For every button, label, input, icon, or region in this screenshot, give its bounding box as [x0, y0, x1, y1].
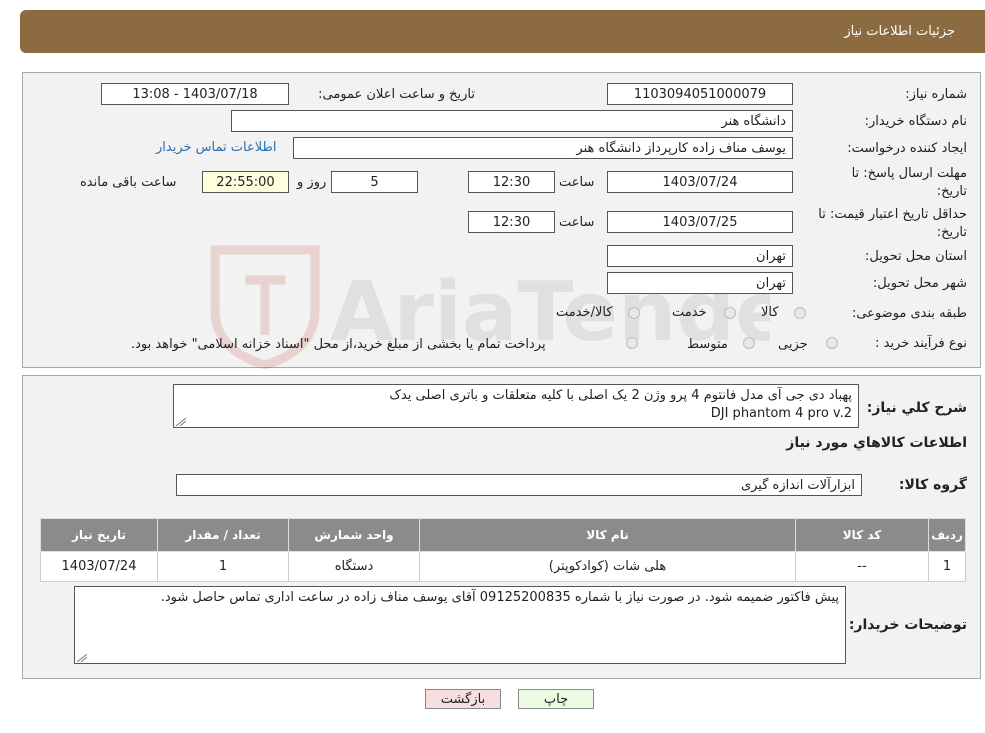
category-radio-service[interactable]: [724, 307, 736, 319]
validity-label: حداقل تاریخ اعتبار قیمت: تا: [818, 207, 967, 222]
col-code-header: کد کالا: [795, 518, 929, 552]
table-row: 1 -- هلی شات (کوادکوپتر) دستگاه 1 1403/0…: [40, 551, 966, 582]
deadline-time-label: ساعت: [559, 175, 595, 190]
category-option-service: خدمت: [672, 305, 707, 320]
items-table: ردیف کد کالا نام کالا واحد شمارش تعداد /…: [40, 518, 966, 582]
validity-time-field: 12:30: [468, 211, 555, 233]
category-label: طبقه بندی موضوعی:: [851, 306, 967, 321]
col-qty-header: تعداد / مقدار: [157, 518, 289, 552]
process-option-medium: متوسط: [687, 337, 728, 352]
buyer-notes-textarea: پیش فاکتور ضمیمه شود. در صورت نیاز با شم…: [74, 586, 846, 664]
goods-info-title: اطلاعات کالاهاي مورد نياز: [786, 435, 967, 451]
resize-handle-icon: [176, 418, 186, 426]
row-need-date: 1403/07/24: [40, 551, 158, 582]
process-radio-minor[interactable]: [826, 337, 838, 349]
process-radio-medium[interactable]: [743, 337, 755, 349]
summary-line-1: پهباد دی جی آی مدل فانتوم 4 پرو وژن 2 یک…: [389, 388, 852, 403]
back-button[interactable]: بازگشت: [425, 689, 501, 709]
row-number: 1: [928, 551, 966, 582]
validity-time-label: ساعت: [559, 215, 595, 230]
announce-datetime-field: 1403/07/18 - 13:08: [101, 83, 289, 105]
process-label: نوع فرآیند خرید :: [875, 336, 967, 351]
buyer-notes-text: پیش فاکتور ضمیمه شود. در صورت نیاز با شم…: [160, 590, 839, 605]
remaining-label: ساعت باقی مانده: [80, 175, 177, 190]
row-code: --: [795, 551, 929, 582]
buyer-org-label: نام دستگاه خریدار:: [864, 114, 967, 129]
print-button[interactable]: چاپ: [518, 689, 594, 709]
announce-label: تاریخ و ساعت اعلان عمومی:: [318, 87, 475, 102]
days-field: 5: [331, 171, 418, 193]
validity-date-field: 1403/07/25: [607, 211, 793, 233]
deadline-time-field: 12:30: [468, 171, 555, 193]
page-title: جزئیات اطلاعات نیاز: [844, 24, 955, 39]
col-unit-header: واحد شمارش: [288, 518, 420, 552]
category-radio-goods[interactable]: [794, 307, 806, 319]
days-label: روز و: [297, 175, 327, 190]
category-option-goods: کالا: [761, 305, 779, 320]
col-date-header: تاریخ نیاز: [40, 518, 158, 552]
province-field: تهران: [607, 245, 793, 267]
summary-line-2: DJI phantom 4 pro v.2: [710, 406, 852, 421]
deadline-label: مهلت ارسال پاسخ: تا: [851, 166, 967, 181]
row-quantity: 1: [157, 551, 289, 582]
validity-label-date: تاریخ:: [936, 225, 967, 240]
process-radio-treasury[interactable]: [626, 337, 638, 349]
row-item-name: هلی شات (کوادکوپتر): [419, 551, 796, 582]
goods-group-field: ابزارآلات اندازه گیری: [176, 474, 862, 496]
creator-label: ایجاد کننده درخواست:: [847, 141, 967, 156]
province-label: استان محل تحویل:: [865, 249, 967, 264]
deadline-date-field: 1403/07/24: [607, 171, 793, 193]
need-number-label: شماره نیاز:: [905, 87, 967, 102]
items-table-wrapper: ردیف کد کالا نام کالا واحد شمارش تعداد /…: [40, 518, 966, 582]
table-header-row: ردیف کد کالا نام کالا واحد شمارش تعداد /…: [40, 518, 966, 552]
city-label: شهر محل تحویل:: [872, 276, 967, 291]
need-number-field: 1103094051000079: [607, 83, 793, 105]
deadline-label-date: تاریخ:: [936, 184, 967, 199]
process-option-minor: جزیی: [778, 337, 808, 352]
summary-textarea: پهباد دی جی آی مدل فانتوم 4 پرو وژن 2 یک…: [173, 384, 859, 428]
col-name-header: نام کالا: [419, 518, 796, 552]
remaining-time-field: 22:55:00: [202, 171, 289, 193]
row-unit: دستگاه: [288, 551, 420, 582]
creator-field: یوسف مناف زاده کارپرداز دانشگاه هنر: [293, 137, 793, 159]
category-option-goods-service: کالا/خدمت: [556, 305, 613, 320]
buyer-contact-link[interactable]: اطلاعات تماس خریدار: [156, 140, 276, 155]
page-header: جزئیات اطلاعات نیاز: [20, 10, 985, 53]
buyer-notes-label: توضیحات خریدار:: [848, 617, 967, 633]
category-radio-goods-service[interactable]: [628, 307, 640, 319]
resize-handle-icon: [77, 654, 87, 662]
goods-group-label: گروه کالا:: [898, 477, 967, 493]
process-note: پرداخت تمام یا بخشی از مبلغ خرید،از محل …: [131, 337, 546, 352]
city-field: تهران: [607, 272, 793, 294]
buyer-org-field: دانشگاه هنر: [231, 110, 793, 132]
col-row-header: ردیف: [928, 518, 966, 552]
summary-label: شرح کلي نياز:: [866, 400, 967, 416]
